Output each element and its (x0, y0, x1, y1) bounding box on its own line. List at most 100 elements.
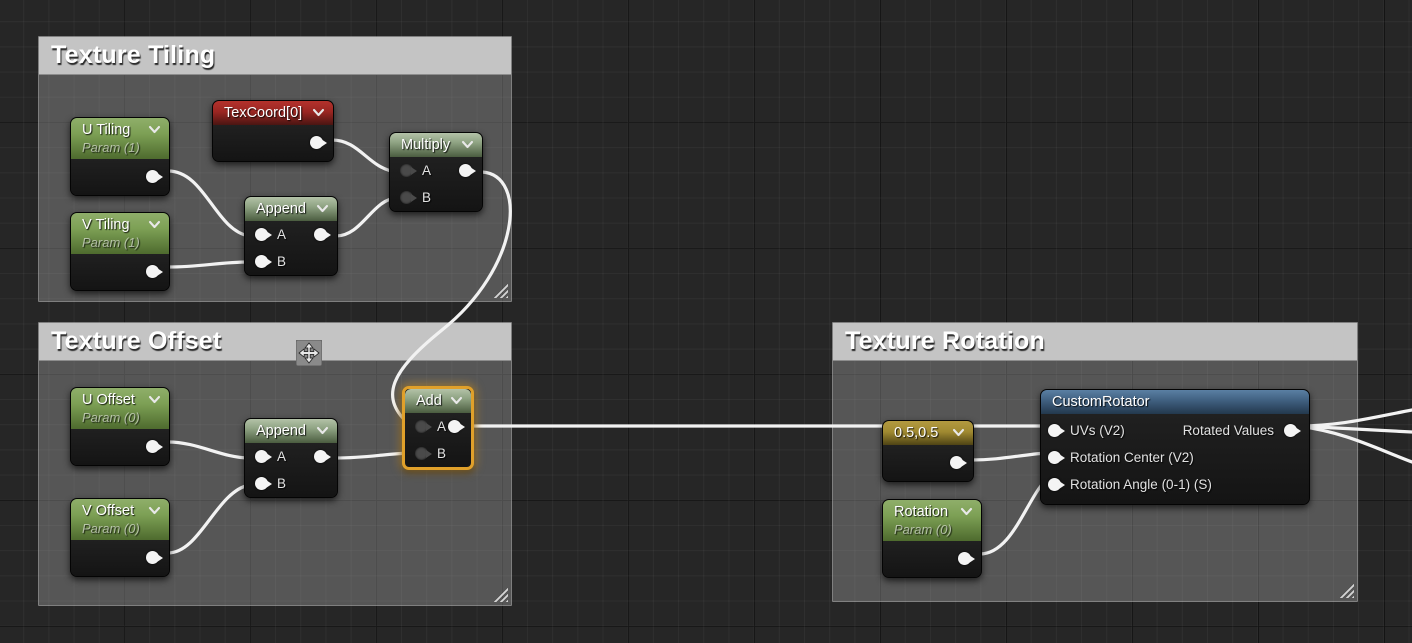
input-pin-add-b[interactable] (415, 447, 432, 460)
node-output-area-v-offset (71, 540, 169, 576)
input-pin-append-tiling-b[interactable] (255, 255, 272, 268)
output-pin-append-tiling[interactable] (314, 228, 331, 241)
input-pin-add-a[interactable] (415, 420, 432, 433)
rot-pin-row-2: Rotation Angle (0-1) (S) (1041, 471, 1309, 498)
node-header-append-offset[interactable]: Append (245, 419, 337, 443)
node-header-texcoord-0[interactable]: TexCoord[0] (213, 101, 333, 125)
node-title-append-tiling: Append (256, 201, 306, 217)
node-header-append-tiling[interactable]: Append (245, 197, 337, 221)
node-u-offset[interactable]: U Offset Param (0) (70, 387, 170, 466)
chevron-down-icon-add[interactable] (450, 394, 463, 407)
input-pin-multiply-b[interactable] (400, 191, 417, 204)
node-append-tiling[interactable]: Append A B (244, 196, 338, 276)
output-pin-rotation-param[interactable] (958, 552, 975, 565)
chevron-down-icon-v-offset[interactable] (148, 504, 161, 517)
pin-row-append-offset-b: B (245, 470, 337, 497)
move-cursor-icon (295, 339, 323, 367)
node-constant-half[interactable]: 0.5,0.5 (882, 420, 974, 482)
output-pin-custom-rotator[interactable] (1284, 424, 1301, 437)
node-header-u-offset[interactable]: U Offset Param (0) (71, 388, 169, 429)
node-header-v-tiling[interactable]: V Tiling Param (1) (71, 213, 169, 254)
comment-header-texture-tiling[interactable]: Texture Tiling (39, 37, 511, 75)
comment-resize-handle-texture-offset[interactable] (493, 587, 508, 602)
node-multiply[interactable]: Multiply A B (389, 132, 483, 212)
output-pin-multiply[interactable] (459, 164, 476, 177)
node-body-v-tiling (71, 254, 169, 290)
output-pin-v-offset[interactable] (146, 551, 163, 564)
material-graph-canvas[interactable]: Texture Tiling Texture Offset Texture Rota… (0, 0, 1412, 643)
chevron-down-icon-texcoord-0[interactable] (312, 106, 325, 119)
node-header-u-tiling[interactable]: U Tiling Param (1) (71, 118, 169, 159)
pin-label-multiply-b: B (422, 190, 432, 205)
node-v-tiling[interactable]: V Tiling Param (1) (70, 212, 170, 291)
node-v-offset[interactable]: V Offset Param (0) (70, 498, 170, 577)
node-custom-rotator[interactable]: CustomRotator UVs (V2) Rotated Values Rota… (1040, 389, 1310, 505)
chevron-down-icon-append-offset[interactable] (316, 424, 329, 437)
node-title-v-offset: V Offset (82, 503, 135, 519)
node-body-add: AB (405, 413, 471, 467)
node-title-multiply: Multiply (401, 137, 451, 153)
node-header-v-offset[interactable]: V Offset Param (0) (71, 499, 169, 540)
chevron-down-icon-u-offset[interactable] (148, 393, 161, 406)
node-title-u-tiling: U Tiling (82, 122, 131, 138)
input-pin-custom-rotator-1[interactable] (1048, 451, 1065, 464)
output-pin-u-tiling[interactable] (146, 170, 163, 183)
chevron-down-icon-append-tiling[interactable] (316, 202, 329, 215)
pin-row-append-offset-a: A (245, 443, 337, 470)
comment-title-texture-offset: Texture Offset (51, 327, 222, 355)
chevron-down-icon-rotation-param[interactable] (960, 505, 973, 518)
output-pin-v-tiling[interactable] (146, 265, 163, 278)
input-pin-custom-rotator-2[interactable] (1048, 478, 1065, 491)
output-pin-u-offset[interactable] (146, 440, 163, 453)
node-subtitle-v-tiling: Param (1) (82, 235, 140, 250)
node-append-offset[interactable]: Append A B (244, 418, 338, 498)
pin-label-append-offset-b: B (277, 476, 287, 491)
comment-header-texture-rotation[interactable]: Texture Rotation (833, 323, 1357, 361)
node-body-append-offset: AB (245, 443, 337, 497)
node-output-area-v-tiling (71, 254, 169, 290)
output-pin-add[interactable] (448, 420, 465, 433)
node-u-tiling[interactable]: U Tiling Param (1) (70, 117, 170, 196)
node-rotation-param[interactable]: Rotation Param (0) (882, 499, 982, 578)
chevron-down-icon-multiply[interactable] (461, 138, 474, 151)
node-title-custom-rotator: CustomRotator (1052, 394, 1150, 410)
node-texcoord-0[interactable]: TexCoord[0] (212, 100, 334, 162)
node-title-u-offset: U Offset (82, 392, 135, 408)
comment-resize-handle-texture-tiling[interactable] (493, 283, 508, 298)
node-header-multiply[interactable]: Multiply (390, 133, 482, 157)
node-subtitle-v-offset: Param (0) (82, 521, 140, 536)
pin-row-add-a: A (405, 413, 471, 440)
comment-resize-handle-texture-rotation[interactable] (1339, 583, 1354, 598)
chevron-down-icon-u-tiling[interactable] (148, 123, 161, 136)
pin-row-multiply-b: B (390, 184, 482, 211)
comment-title-texture-rotation: Texture Rotation (845, 327, 1045, 355)
node-output-area-rotation-param (883, 541, 981, 577)
pin-label-add-a: A (437, 419, 447, 434)
node-title-add: Add (416, 393, 442, 409)
node-body-constant-half (883, 445, 973, 481)
rot-pin-row-0: UVs (V2) Rotated Values (1041, 417, 1309, 444)
output-pin-constant-half[interactable] (950, 456, 967, 469)
pin-row-append-tiling-b: B (245, 248, 337, 275)
comment-header-texture-offset[interactable]: Texture Offset (39, 323, 511, 361)
node-header-custom-rotator: CustomRotator (1041, 390, 1309, 414)
node-body-u-offset (71, 429, 169, 465)
chevron-down-icon-constant-half[interactable] (952, 426, 965, 439)
pin-label-multiply-a: A (422, 163, 432, 178)
input-pin-multiply-a[interactable] (400, 164, 417, 177)
output-pin-texcoord-0[interactable] (310, 136, 327, 149)
node-header-rotation-param[interactable]: Rotation Param (0) (883, 500, 981, 541)
chevron-down-icon-v-tiling[interactable] (148, 218, 161, 231)
node-add[interactable]: Add A B (402, 386, 474, 470)
comment-title-texture-tiling: Texture Tiling (51, 41, 216, 69)
output-pin-append-offset[interactable] (314, 450, 331, 463)
node-subtitle-u-offset: Param (0) (82, 410, 140, 425)
input-pin-append-tiling-a[interactable] (255, 228, 272, 241)
input-pin-custom-rotator-0[interactable] (1048, 424, 1065, 437)
input-pin-append-offset-a[interactable] (255, 450, 272, 463)
pin-label-custom-rotator-1: Rotation Center (V2) (1070, 450, 1194, 465)
node-header-constant-half[interactable]: 0.5,0.5 (883, 421, 973, 445)
input-pin-append-offset-b[interactable] (255, 477, 272, 490)
node-header-add[interactable]: Add (405, 389, 471, 413)
node-body-multiply: AB (390, 157, 482, 211)
